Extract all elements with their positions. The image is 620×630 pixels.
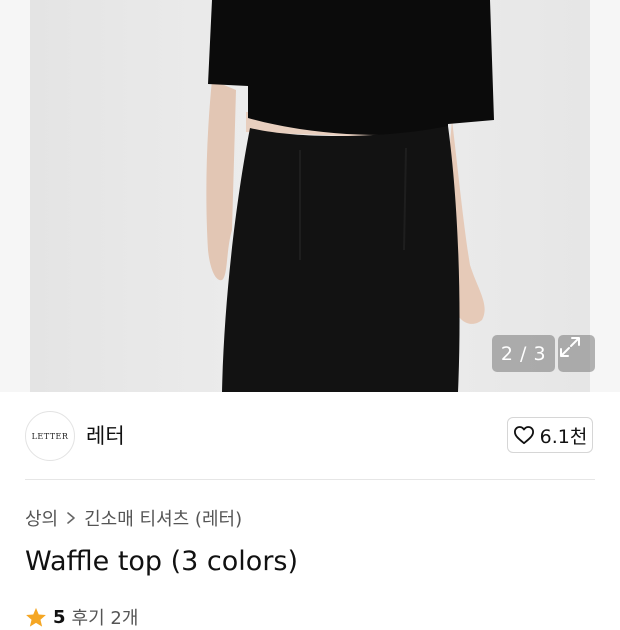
breadcrumb: 상의 긴소매 티셔츠 (레터) [25,505,242,531]
chevron-right-icon [67,512,75,524]
product-title: Waffle top (3 colors) [25,546,299,577]
rating-summary: 5 후기 2개 [25,604,138,630]
product-image[interactable]: 2 / 3 [0,0,620,392]
brand-row: LETTER 레터 6.1천 [0,392,620,480]
star-icon [26,607,46,627]
review-count-link[interactable]: 후기 2개 [72,604,139,630]
heart-icon [513,426,534,445]
breadcrumb-item-category[interactable]: 상의 [25,505,58,531]
divider [25,479,595,480]
like-button[interactable]: 6.1천 [507,417,593,453]
expand-icon [560,337,580,357]
brand-name[interactable]: 레터 [86,420,125,450]
rating-score: 5 [53,606,66,628]
brand-logo-text: LETTER [31,431,69,441]
image-pager: 2 / 3 [492,335,555,372]
like-count: 6.1천 [539,425,588,448]
expand-button[interactable] [558,335,595,372]
brand-logo[interactable]: LETTER [25,411,75,461]
breadcrumb-item-subcategory[interactable]: 긴소매 티셔츠 (레터) [84,505,242,531]
product-photo [0,0,620,392]
